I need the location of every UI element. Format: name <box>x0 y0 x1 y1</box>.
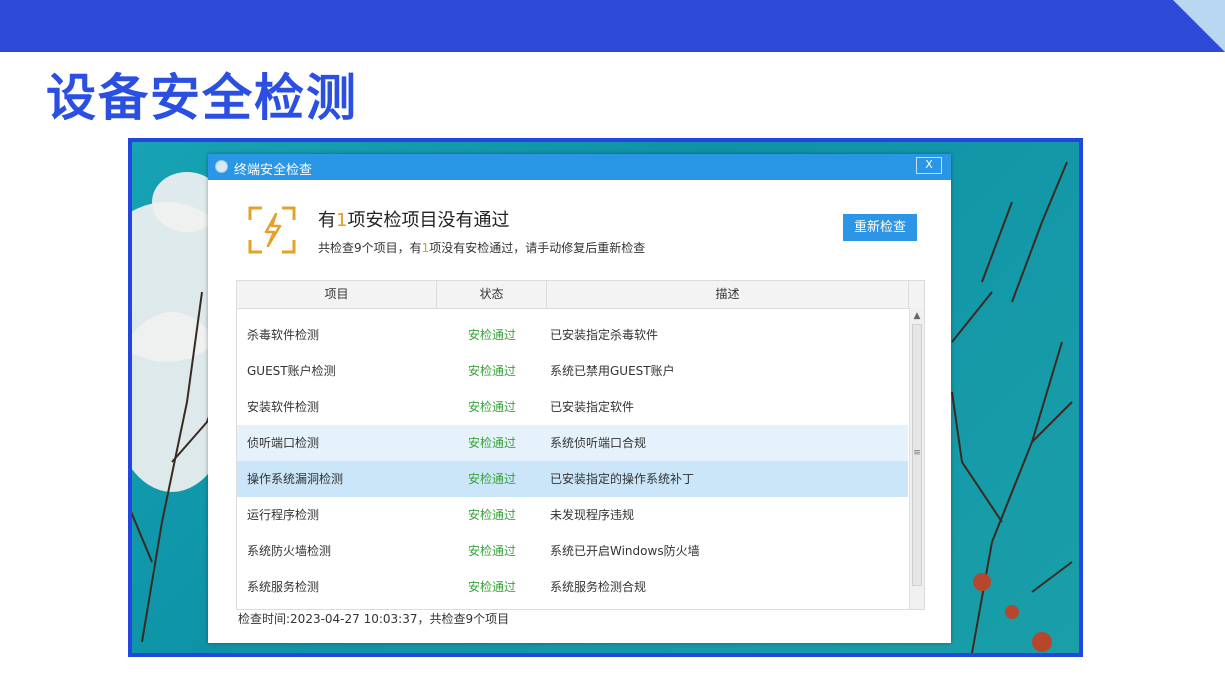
dialog-title-bar: 终端安全检查 X <box>208 154 951 180</box>
row-status: 安检通过 <box>467 580 516 594</box>
row-item-name: 操作系统漏洞检测 <box>247 472 344 486</box>
row-status: 安检通过 <box>467 364 516 378</box>
row-description: 已安装指定杀毒软件 <box>550 328 659 342</box>
result-summary: 共检查9个项目，有1项没有安检通过，请手动修复后重新检查 <box>318 239 645 256</box>
headline-suffix: 项安检项目没有通过 <box>347 210 510 231</box>
row-status: 安检通过 <box>467 508 516 522</box>
page-title: 设备安全检测 <box>46 69 358 127</box>
row-description: 系统侦听端口合规 <box>550 436 647 450</box>
row-status: 安检通过 <box>467 328 516 342</box>
row-description: 已安装指定软件 <box>550 400 635 414</box>
table-row[interactable]: 杀毒软件检测 安检通过 已安装指定杀毒软件 <box>237 317 908 353</box>
row-description: 系统已开启Windows防火墙 <box>550 544 700 558</box>
close-button[interactable]: X <box>916 157 942 174</box>
row-description: 系统已禁用GUEST账户 <box>550 364 675 378</box>
header-corner-decoration <box>1173 0 1225 52</box>
security-check-dialog: 终端安全检查 X 有1项安检项目没有通过 共检查9个项目，有1项没有安检通过，请… <box>208 154 951 643</box>
grip-icon: ≡ <box>913 448 921 458</box>
row-status: 安检通过 <box>467 436 516 450</box>
header-bar <box>0 0 1225 52</box>
row-status: 安检通过 <box>467 544 516 558</box>
vertical-scrollbar[interactable]: ▲ ≡ <box>909 308 924 609</box>
row-item-name: 系统防火墙检测 <box>247 544 332 558</box>
scrollbar-thumb[interactable]: ≡ <box>912 324 922 586</box>
row-description: 已安装指定的操作系统补丁 <box>550 472 695 486</box>
row-item-name: 系统服务检测 <box>247 580 320 594</box>
summary-prefix: 共检查9个项目，有 <box>318 241 422 255</box>
summary-suffix: 项没有安检通过，请手动修复后重新检查 <box>429 241 646 255</box>
table-header: 项目 状态 描述 <box>237 281 924 309</box>
row-status: 安检通过 <box>467 472 516 486</box>
column-header-item[interactable]: 项目 <box>237 281 437 308</box>
table-row[interactable]: 侦听端口检测 安检通过 系统侦听端口合规 <box>237 425 908 461</box>
result-headline: 有1项安检项目没有通过 <box>318 206 509 232</box>
row-item-name: 侦听端口检测 <box>247 436 320 450</box>
row-item-name: 杀毒软件检测 <box>247 328 320 342</box>
check-time-footer: 检查时间:2023-04-27 10:03:37，共检查9个项目 <box>238 612 510 626</box>
table-row[interactable]: 运行程序检测 安检通过 未发现程序违规 <box>237 497 908 533</box>
scroll-up-icon[interactable]: ▲ <box>911 309 923 323</box>
table-row[interactable]: 安装软件检测 安检通过 已安装指定软件 <box>237 389 908 425</box>
failed-count: 1 <box>336 210 348 231</box>
row-item-name: 安装软件检测 <box>247 400 320 414</box>
warning-bolt-icon <box>248 206 296 254</box>
check-results-table: 项目 状态 描述 杀毒软件检测 安检通过 已安装指定杀毒软件 GUEST账户检测… <box>236 280 925 610</box>
dialog-title: 终端安全检查 <box>234 163 313 178</box>
column-header-status[interactable]: 状态 <box>437 281 547 308</box>
table-row[interactable]: GUEST账户检测 安检通过 系统已禁用GUEST账户 <box>237 353 908 389</box>
table-row[interactable]: 系统防火墙检测 安检通过 系统已开启Windows防火墙 <box>237 533 908 569</box>
row-item-name: GUEST账户检测 <box>247 364 336 378</box>
table-row[interactable]: 系统服务检测 安检通过 系统服务检测合规 <box>237 569 908 605</box>
headline-prefix: 有 <box>318 210 336 231</box>
row-description: 未发现程序违规 <box>550 508 635 522</box>
table-row-selected[interactable]: 操作系统漏洞检测 安检通过 已安装指定的操作系统补丁 <box>237 461 908 497</box>
column-header-description[interactable]: 描述 <box>547 281 909 308</box>
row-status: 安检通过 <box>467 400 516 414</box>
row-description: 系统服务检测合规 <box>550 580 647 594</box>
app-icon <box>215 160 228 173</box>
row-item-name: 运行程序检测 <box>247 508 320 522</box>
recheck-button[interactable]: 重新检查 <box>843 214 917 241</box>
